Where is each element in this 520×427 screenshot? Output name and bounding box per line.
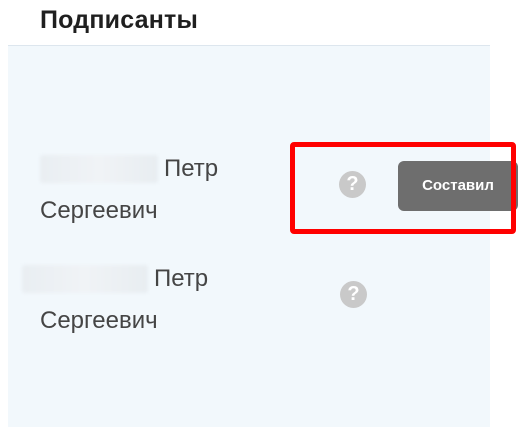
highlight-frame xyxy=(290,142,516,234)
question-circle-icon[interactable]: ? xyxy=(340,281,367,308)
signer-item: Петр Сергеевич xyxy=(22,258,209,342)
redacted-surname xyxy=(40,155,158,183)
signers-section: Подписанты Петр Сергеевич ? Петр Сергеев… xyxy=(0,0,520,427)
signer-first-name: Петр xyxy=(154,265,209,292)
signers-panel xyxy=(8,46,490,427)
signer-item: Петр Сергеевич xyxy=(40,148,218,232)
signer-patronymic: Сергеевич xyxy=(40,197,158,224)
section-title: Подписанты xyxy=(40,6,199,34)
signer-patronymic: Сергеевич xyxy=(40,307,158,334)
redacted-surname xyxy=(22,265,148,293)
signer-first-name: Петр xyxy=(164,155,219,182)
